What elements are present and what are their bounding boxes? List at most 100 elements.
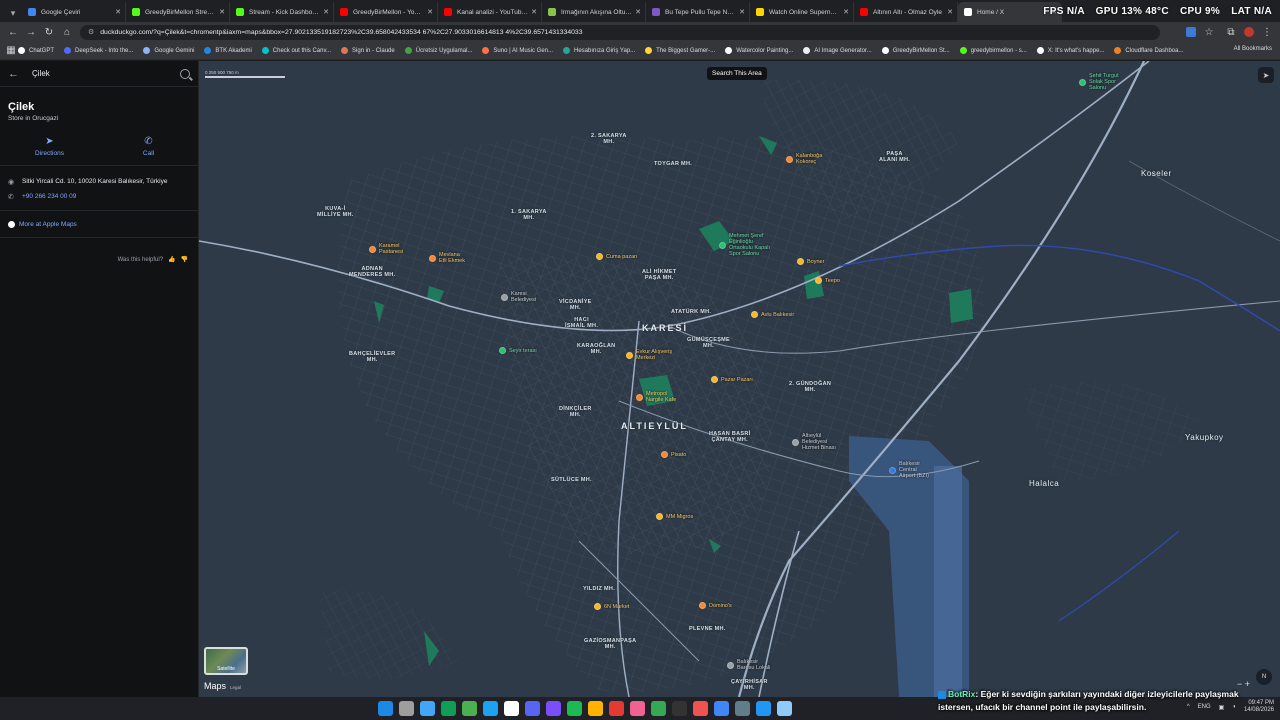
bookmark-item[interactable]: Google Gemini [143, 47, 194, 54]
taskbar-app-icon[interactable] [588, 701, 603, 716]
taskbar-app-icon[interactable] [567, 701, 582, 716]
browser-menu-icon[interactable]: ⋮ [1258, 23, 1276, 41]
browser-tab[interactable]: Stream - Kick Dashboard ✕ [230, 2, 334, 22]
bookmark-item[interactable]: X: It's what's happe... [1036, 47, 1104, 54]
extension-icon[interactable] [1186, 27, 1196, 37]
taskbar-app-icon[interactable] [546, 701, 561, 716]
taskbar-app-icon[interactable] [651, 701, 666, 716]
map-poi[interactable]: Balıkesir Barosu Lokali [727, 659, 770, 671]
bookmark-item[interactable]: DeepSeek - Into the... [64, 47, 133, 54]
taskbar-app-icon[interactable] [399, 701, 414, 716]
map-poi[interactable]: Seyir terası [499, 347, 537, 354]
bookmark-star-icon[interactable]: ☆ [1200, 23, 1218, 41]
taskbar-app-icon[interactable] [756, 701, 771, 716]
bookmark-item[interactable]: Suno | AI Music Gen... [482, 47, 553, 54]
taskbar-app-icon[interactable] [777, 701, 792, 716]
bookmark-item[interactable]: Watercolor Painting... [725, 47, 793, 54]
taskbar-app-icon[interactable] [525, 701, 540, 716]
taskbar-app-icon[interactable] [672, 701, 687, 716]
thumbs-down-icon[interactable]: 👎 [181, 256, 188, 263]
map-poi[interactable]: Kalanboğa Kokoreç [786, 153, 822, 165]
bookmark-item[interactable]: BTK Akademi [204, 47, 252, 54]
directions-button[interactable]: ➤ Directions [15, 136, 85, 161]
browser-tab[interactable]: GreedyBirMellon - YouTube✕ [334, 2, 438, 22]
map-poi[interactable]: Domino's [699, 602, 732, 609]
taskbar-app-icon[interactable] [630, 701, 645, 716]
search-this-area-button[interactable]: Search This Area [707, 67, 767, 80]
locate-me-icon[interactable]: ➤ [1258, 67, 1274, 83]
close-icon[interactable]: ✕ [531, 8, 537, 16]
address-bar[interactable]: ⚙ duckduckgo.com/?q=Çilek&t=chromentp&ia… [80, 24, 1160, 40]
taskbar-app-icon[interactable] [420, 701, 435, 716]
home-icon[interactable]: ⌂ [58, 23, 76, 41]
apps-grid-icon[interactable]: ▦ [4, 42, 18, 59]
close-icon[interactable]: ✕ [947, 8, 953, 16]
browser-tab[interactable]: Google Çeviri ✕ [22, 2, 126, 22]
taskbar-app-icon[interactable] [609, 701, 624, 716]
thumbs-up-icon[interactable]: 👍 [168, 256, 175, 263]
bookmark-item[interactable]: Cloudflare Dashboa... [1114, 47, 1183, 54]
map-poi[interactable]: Mehmet Şeref Eğinlioğlu Ortaokulu Kapalı… [719, 233, 770, 257]
back-icon[interactable]: ← [4, 23, 22, 41]
phone-row[interactable]: ✆ +90 266 234 00 09 [0, 189, 198, 204]
close-icon[interactable]: ✕ [323, 8, 329, 16]
search-input[interactable]: Çilek [24, 69, 180, 78]
map-poi[interactable]: Evkur Alışveriş Merkezi [626, 349, 672, 361]
taskbar-app-icon[interactable] [735, 701, 750, 716]
bookmark-item[interactable]: ChatGPT [18, 47, 54, 54]
bookmark-item[interactable]: greedybirmellon - s... [959, 47, 1027, 54]
map-poi[interactable]: Cuma pazarı [596, 253, 638, 260]
extensions-puzzle-icon[interactable]: ⧉ [1222, 23, 1240, 41]
map-poi[interactable]: Pazar Pazarı [711, 376, 753, 383]
search-icon[interactable] [180, 68, 190, 79]
close-icon[interactable]: ✕ [739, 8, 745, 16]
taskbar-app-icon[interactable] [441, 701, 456, 716]
map-poi[interactable]: MM Migros [656, 513, 693, 520]
browser-tab[interactable]: GreedyBirMellon Stream ✕ [126, 2, 230, 22]
taskbar-app-icon[interactable] [693, 701, 708, 716]
taskbar-app-icon[interactable] [483, 701, 498, 716]
bookmark-item[interactable]: The Biggest Gamer-... [645, 47, 715, 54]
map-poi[interactable]: Metropol Nargile Kafe [636, 391, 676, 403]
browser-tab[interactable]: Kanal analizi - YouTube Studio✕ [438, 2, 542, 22]
map-poi[interactable]: Avlu Balıkesir [751, 311, 794, 318]
taskbar-app-icon[interactable] [504, 701, 519, 716]
bookmark-item[interactable]: GreedyBirMellon St... [881, 47, 950, 54]
start-menu-icon[interactable] [378, 701, 393, 716]
map-poi[interactable]: Karamel Pastanesi [369, 243, 403, 255]
close-icon[interactable]: ✕ [427, 8, 433, 16]
map-canvas[interactable]: 0 250 500 750 m Search This Area ➤ 2. SA… [199, 61, 1280, 697]
compass-button[interactable]: N [1256, 669, 1272, 685]
profile-avatar[interactable] [1244, 27, 1254, 37]
map-poi[interactable]: Mevlana Etli Ekmek [429, 252, 465, 264]
close-icon[interactable]: ✕ [843, 8, 849, 16]
forward-icon[interactable]: → [22, 23, 40, 41]
back-arrow-icon[interactable]: ← [8, 68, 24, 80]
close-icon[interactable]: ✕ [115, 8, 121, 16]
map-poi[interactable]: Boyner [797, 258, 824, 265]
close-icon[interactable]: ✕ [635, 8, 641, 16]
browser-tab[interactable]: Altının Altı - Olmaz Öyle ✕ [854, 2, 958, 22]
bookmark-item[interactable]: Sign in - Claude [341, 47, 395, 54]
reload-icon[interactable]: ↻ [40, 23, 58, 41]
all-bookmarks-button[interactable]: All Bookmarks [1234, 46, 1272, 52]
map-poi[interactable]: Teepo [815, 277, 840, 284]
map-poi[interactable]: Karesi Belediyesi [501, 291, 536, 303]
map-poi[interactable]: Şehit Turgut Solak Spor Salonu [1079, 73, 1119, 91]
satellite-toggle[interactable]: Satellite [204, 647, 248, 675]
map-poi[interactable]: 6N Market [594, 603, 629, 610]
bookmark-item[interactable]: Hesabınıza Giriş Yap... [563, 47, 635, 54]
address-row[interactable]: ◉ Sitki Yircali Cd. 10, 10020 Karesi Bal… [0, 174, 198, 189]
tab-search-icon[interactable]: ▾ [4, 4, 22, 22]
browser-tab[interactable]: Bu Tepe Pullu Tepe Notalar ✕ [646, 2, 750, 22]
browser-tab[interactable]: Irmağının Akışına Olturan ✕ [542, 2, 646, 22]
call-button[interactable]: ✆ Call [114, 136, 184, 161]
close-icon[interactable]: ✕ [219, 8, 225, 16]
apple-maps-link[interactable]: More at Apple Maps [0, 217, 198, 231]
bookmark-item[interactable]: Ücretsiz Uygulamal... [404, 47, 472, 54]
site-info-icon[interactable]: ⚙ [88, 28, 94, 36]
taskbar-app-icon[interactable] [462, 701, 477, 716]
map-poi[interactable]: Balıkesir Central Airport (BZI) [889, 461, 929, 479]
legal-link[interactable]: Legal [230, 685, 241, 690]
map-poi[interactable]: Altıeylül Belediyesi Hizmet Binası [792, 433, 836, 451]
